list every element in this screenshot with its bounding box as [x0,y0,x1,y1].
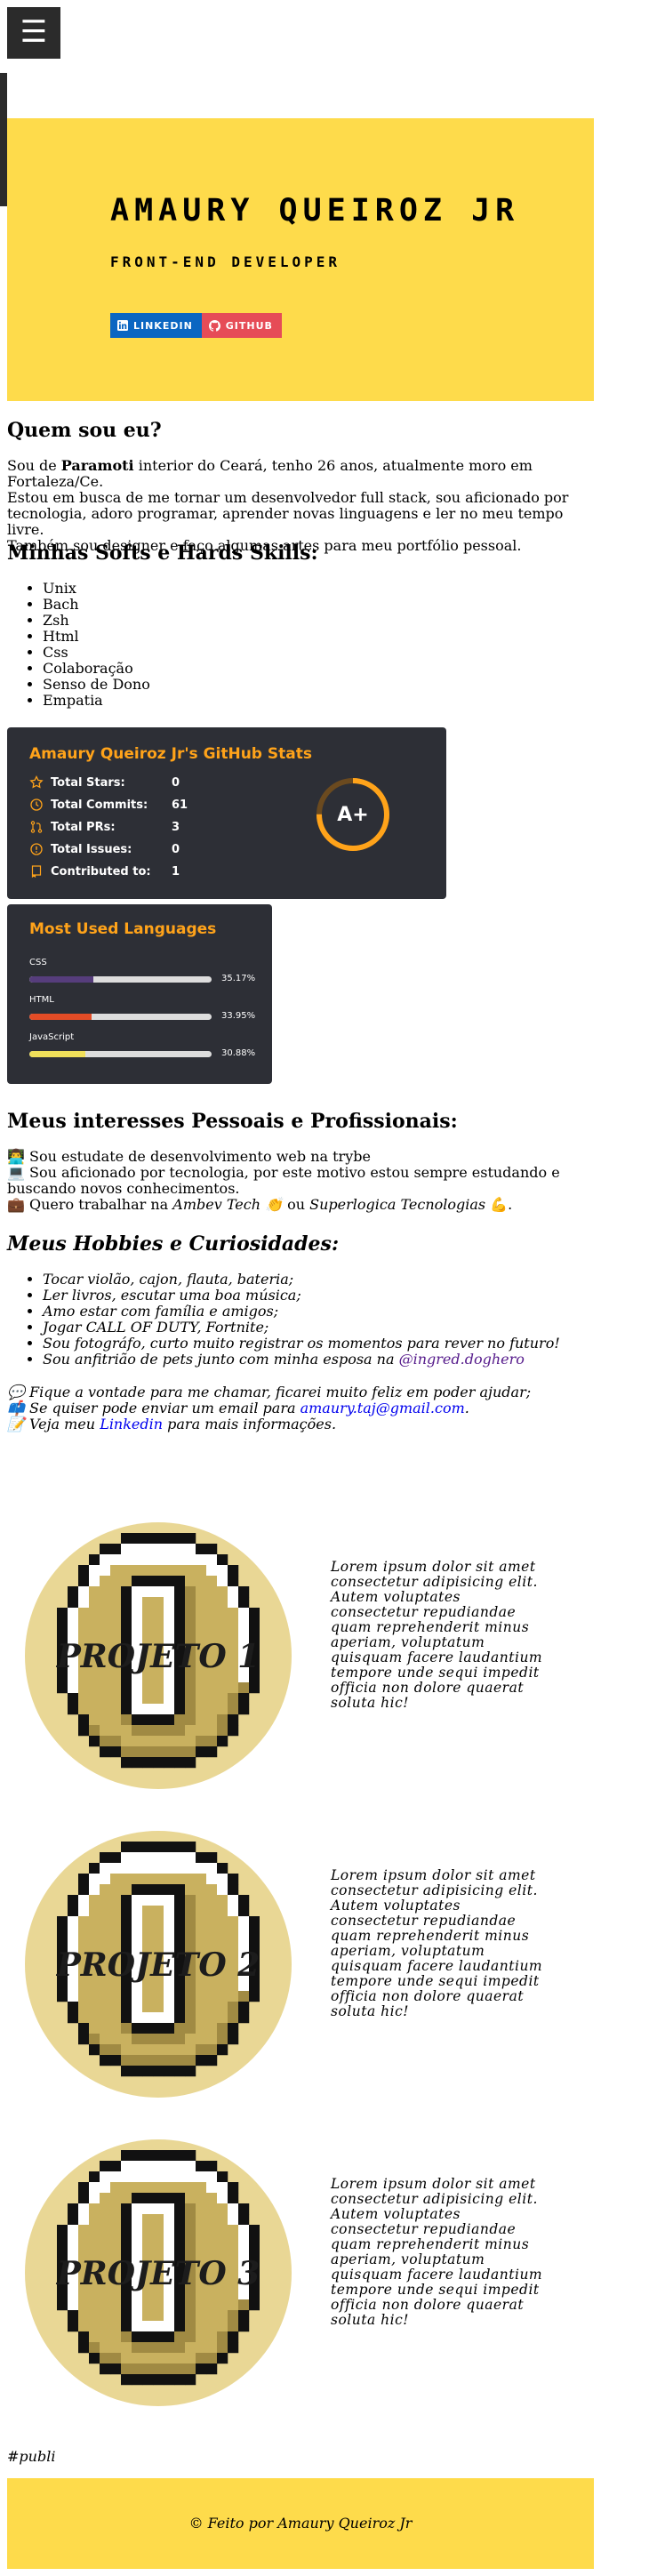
about-section: Quem sou eu? Sou de Paramoti interior do… [7,419,576,554]
list-item: Empatia [43,693,318,709]
menu-button[interactable]: ☰ [7,7,60,59]
pull-request-icon [30,821,43,833]
project-title: PROJETO 1 [56,1638,260,1675]
project-description: Lorem ipsum dolor sit amet consectetur a… [331,2176,543,2328]
interests-section: Meus interesses Pessoais e Profissionais… [7,1110,585,1213]
stat-row-contributed: Contributed to: 1 [29,864,180,879]
list-item: Tocar violão, cajon, flauta, bateria; [43,1272,560,1288]
list-item: Sou fotográfo, curto muito registrar os … [43,1336,560,1352]
contact-line-1: 💬 Fique a vontade para me chamar, ficare… [7,1384,532,1400]
contact-section: 💬 Fique a vontade para me chamar, ficare… [7,1384,531,1432]
list-item: Bach [43,597,318,613]
hobbies-list: Tocar violão, cajon, flauta, bateria; Le… [7,1272,560,1368]
list-item: Senso de Dono [43,677,318,693]
hobbies-heading: Meus Hobbies e Curiosidades: [7,1232,340,1256]
grade-text: A+ [337,804,368,826]
stat-row-commits: Total Commits: 61 [29,798,188,812]
list-item: Ler livros, escutar uma boa música; [43,1288,560,1304]
grade-ring: A+ [316,778,389,851]
footer-text: © Feito por Amaury Queiroz Jr [188,2515,413,2532]
interest-line-1: 👨‍💻 Sou estudate de desenvolvimento web … [7,1148,371,1165]
stat-row-stars: Total Stars: 0 [29,775,180,790]
github-icon [208,319,220,332]
interest-line-2: 💻 Sou aficionado por tecnologia, por est… [7,1164,560,1197]
interest-line-3: 💼 Quero trabalhar na Ambev Tech 👏 ou Sup… [7,1196,513,1213]
project-description: Lorem ipsum dolor sit amet consectetur a… [331,1867,543,2019]
project-card-3[interactable]: PROJETO 3 Lorem ipsum dolor sit amet con… [25,2139,542,2406]
linkedin-label: LINKEDIN [133,319,193,332]
linkedin-badge[interactable]: LINKEDIN [110,313,202,338]
hobbies-section: Meus Hobbies e Curiosidades: Tocar violã… [7,1232,560,1368]
hometown: Paramoti [60,457,134,474]
list-item: Css [43,645,318,661]
github-label: GITHUB [225,319,273,332]
repo-icon [31,865,42,879]
hero-banner: AMAURY QUEIROZ JR FRONT-END DEVELOPER LI… [7,118,594,401]
hero-title: AMAURY QUEIROZ JR [110,193,520,229]
list-item: Amo estar com família e amigos; [43,1304,560,1320]
doghero-link[interactable]: @ingred.doghero [399,1351,525,1368]
interests-heading: Meus interesses Pessoais e Profissionais… [7,1110,458,1133]
issue-icon [30,843,43,855]
languages-title: Most Used Languages [29,920,217,938]
linkedin-icon [117,320,128,331]
contact-line-3: 📝 Veja meu Linkedin para mais informaçõe… [7,1416,337,1432]
project-title: PROJETO 2 [56,1946,260,1984]
about-heading: Quem sou eu? [7,419,162,442]
top-languages-card[interactable]: Most Used Languages CSS 35.17% HTML 33.9… [7,904,272,1084]
language-html: HTML 33.95% [29,995,256,1021]
language-bar [29,1014,92,1020]
history-icon [30,798,43,811]
hero-subtitle: FRONT-END DEVELOPER [110,253,341,270]
project-title: PROJETO 3 [56,2255,260,2292]
language-bar [29,976,94,983]
about-line-2: Estou em busca de me tornar um desenvolv… [7,489,569,538]
stats-title: Amaury Queiroz Jr's GitHub Stats [29,745,312,763]
footer: © Feito por Amaury Queiroz Jr [7,2478,594,2569]
list-item: Jogar CALL OF DUTY, Fortnite; [43,1320,560,1336]
star-icon [29,775,44,789]
github-badge[interactable]: GITHUB [201,313,282,338]
list-item: Colaboração [43,661,318,677]
side-drawer-edge [0,73,7,206]
language-bar [29,1051,86,1057]
project-card-2[interactable]: PROJETO 2 Lorem ipsum dolor sit amet con… [25,1831,542,2098]
hamburger-icon: ☰ [20,14,48,50]
email-link[interactable]: amaury.taj@gmail.com [300,1400,465,1416]
language-css: CSS 35.17% [29,958,256,983]
skills-heading: Minhas Softs e Hards Skills: [7,542,318,565]
list-item: Zsh [43,613,318,629]
about-line-1: Sou de Paramoti interior do Ceará, tenho… [7,457,533,490]
list-item: Html [43,629,318,645]
publi-tag: #publi [7,2448,56,2465]
project-description: Lorem ipsum dolor sit amet consectetur a… [331,1559,543,1711]
contact-line-2: 📫 Se quiser pode enviar um email para am… [7,1400,469,1416]
skills-section: Minhas Softs e Hards Skills: Unix Bach Z… [7,542,318,709]
list-item: Sou anfitrião de pets junto com minha es… [43,1352,560,1368]
language-javascript: JavaScript 30.88% [29,1032,256,1058]
list-item: Unix [43,581,318,597]
stat-row-prs: Total PRs: 3 [29,820,180,834]
skills-list: Unix Bach Zsh Html Css Colaboração Senso… [7,581,318,709]
project-card-1[interactable]: PROJETO 1 Lorem ipsum dolor sit amet con… [25,1522,542,1789]
github-stats-card[interactable]: Amaury Queiroz Jr's GitHub Stats Total S… [7,727,446,899]
stat-row-issues: Total Issues: 0 [29,842,180,856]
social-badges: LINKEDIN GITHUB [110,313,282,338]
linkedin-link[interactable]: Linkedin [100,1416,163,1432]
